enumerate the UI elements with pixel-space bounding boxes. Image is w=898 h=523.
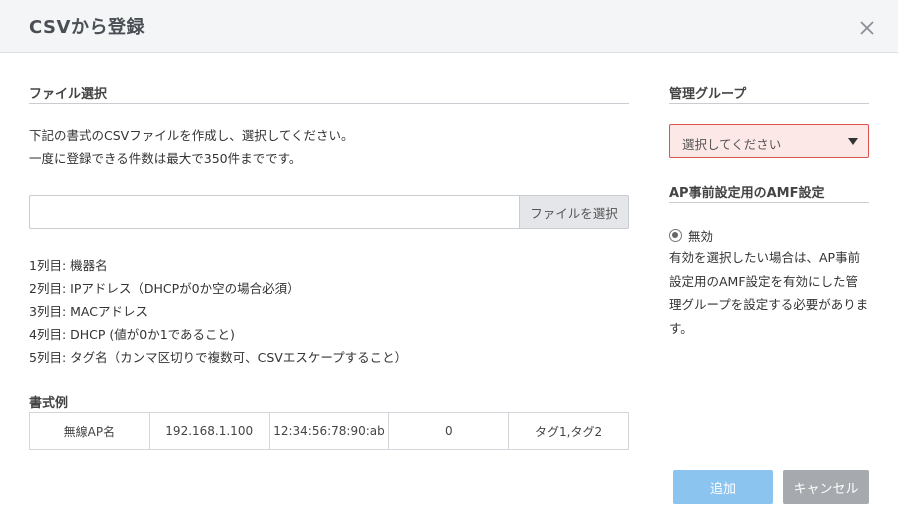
file-section-divider [29,103,629,104]
amf-section-divider [669,202,869,203]
column-spec-item: 2列目: IPアドレス（DHCPが0か空の場合必須） [29,281,300,296]
radio-selected-icon[interactable] [669,229,682,242]
group-section-divider [669,103,869,104]
file-section-heading: ファイル選択 [29,87,108,102]
column-spec-list: 1列目: 機器名 2列目: IPアドレス（DHCPが0か空の場合必須） 3列目:… [29,254,407,369]
column-spec-item: 5列目: タグ名（カンマ区切りで複数可、CSVエスケープすること） [29,350,408,365]
cancel-button[interactable]: キャンセル [783,470,869,504]
note-line: 理グループを設定する必要がありま [669,297,869,312]
add-button[interactable]: 追加 [673,470,773,504]
radio-label: 無効 [688,229,714,244]
column-spec-item: 3列目: MACアドレス [29,304,148,319]
select-file-button[interactable]: ファイルを選択 [519,195,629,229]
dialog-title: CSVから登録 [29,17,145,38]
dialog-header: CSVから登録 [0,0,898,53]
column-spec-item: 1列目: 機器名 [29,258,108,273]
caret-down-icon [848,138,858,145]
description-line: 下記の書式のCSVファイルを作成し、選択してください。 [29,128,354,143]
group-section-heading: 管理グループ [669,87,747,102]
file-path-input[interactable] [29,195,520,229]
example-cell: 無線AP名 [30,413,150,449]
management-group-select[interactable]: 選択してください [669,124,869,158]
select-value: 選択してください [682,137,782,152]
note-line: 設定用のAMF設定を有効にした管 [669,273,859,289]
example-cell: タグ1,タグ2 [535,424,603,439]
file-description: 下記の書式のCSVファイルを作成し、選択してください。 一度に登録できる件数は最… [29,124,353,170]
note-line: 有効を選択したい場合は、AP事前 [669,250,861,265]
column-spec-item: 4列目: DHCP (値が0か1であること) [29,327,235,342]
amf-note: 有効を選択したい場合は、AP事前 設定用のAMF設定を有効にした管 理グループを… [669,246,874,340]
amf-section-heading: AP事前設定用のAMF設定 [669,186,825,201]
example-table: 無線AP名 192.168.1.100 12:34:56:78:90:ab 0 … [29,412,629,450]
close-icon[interactable] [857,18,877,38]
description-line: 一度に登録できる件数は最大で350件までです。 [29,151,302,166]
note-line: す。 [669,320,693,336]
example-cell: 12:34:56:78:90:ab [270,413,390,449]
example-cell: 0 [389,413,510,449]
example-heading: 書式例 [29,396,69,411]
example-cell: 192.168.1.100 [150,413,270,449]
amf-disabled-radio[interactable]: 無効 [669,226,713,245]
